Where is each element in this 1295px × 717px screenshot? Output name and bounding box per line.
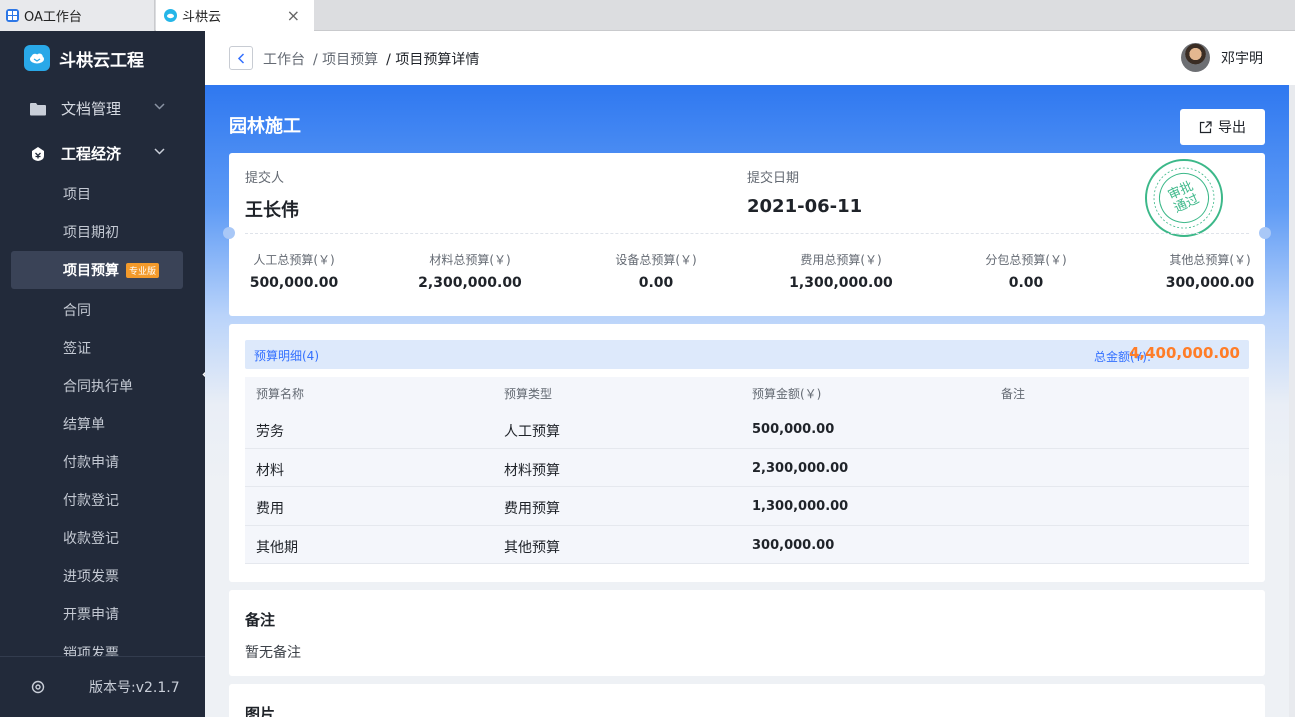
cell-amount: 500,000.00: [752, 422, 835, 437]
sidebar-item-project[interactable]: 项目: [11, 175, 183, 213]
date-label: 提交日期: [747, 171, 800, 186]
cell-amount: 2,300,000.00: [752, 460, 849, 476]
cell-type: 材料预算: [504, 462, 560, 479]
sidebar: 斗栱云工程 文档管理 工程经济 项目 项目期初 项目预算 专业版 合同 签证 合…: [0, 31, 205, 717]
table-row: 其他期 其他预算 300,000.00: [245, 525, 1249, 564]
sidebar-item-invoice-request[interactable]: 开票申请: [11, 595, 183, 633]
sidebar-footer: 版本号:v2.1.7: [0, 656, 205, 717]
breadcrumb-workbench[interactable]: 工作台: [263, 49, 305, 69]
folder-icon: [30, 101, 46, 117]
version-label: 版本号:v2.1.7: [89, 680, 180, 696]
economy-icon: [30, 146, 46, 162]
browser-tab-dougong[interactable]: 斗栱云 ×: [156, 0, 314, 31]
breadcrumb-project-budget[interactable]: / 项目预算: [313, 49, 378, 69]
images-card: 图片: [229, 684, 1265, 717]
user-name: 邓宇明: [1221, 50, 1263, 67]
cell-type: 费用预算: [504, 501, 560, 517]
column-header: 备注: [1001, 387, 1026, 401]
chevron-down-icon: [154, 145, 165, 158]
submitter-label: 提交人: [245, 171, 285, 186]
table-row: 劳务 人工预算 500,000.00: [245, 410, 1249, 449]
app-name: 斗栱云工程: [59, 50, 144, 71]
breadcrumb: 工作台 / 项目预算 / 项目预算详情: [263, 49, 487, 69]
sidebar-item-contract-execution[interactable]: 合同执行单: [11, 367, 183, 405]
column-header: 预算名称: [256, 387, 305, 401]
browser-tab-label: 斗栱云: [182, 10, 222, 25]
browser-tab-label: OA工作台: [24, 10, 82, 25]
page-title: 园林施工: [229, 116, 301, 137]
cell-name: 劳务: [256, 424, 284, 440]
budget-detail-card: 预算明细(4) 总金额(¥): 4,400,000.00 预算名称 预算类型 预…: [229, 324, 1265, 582]
submitter-value: 王长伟: [245, 200, 299, 221]
stat-other: 其他总预算(￥) 300,000.00: [1165, 253, 1255, 291]
cloud-logo-icon: [24, 45, 50, 71]
main-scrollbar[interactable]: [1289, 85, 1295, 717]
stat-material: 材料总预算(￥) 2,300,000.00: [418, 253, 522, 291]
images-title: 图片: [245, 705, 276, 717]
stat-equipment: 设备总预算(￥) 0.00: [615, 253, 697, 291]
cell-name: 费用: [256, 501, 284, 517]
stat-expense: 费用总预算(￥) 1,300,000.00: [789, 253, 893, 291]
app-logo[interactable]: 斗栱云工程: [24, 45, 144, 71]
close-icon[interactable]: ×: [287, 6, 300, 25]
export-button[interactable]: 导出: [1180, 109, 1265, 145]
table-row: 费用 费用预算 1,300,000.00: [245, 487, 1249, 526]
menu-group-economy[interactable]: 工程经济: [30, 143, 165, 164]
sidebar-item-receipt-register[interactable]: 收款登记: [11, 519, 183, 557]
date-value: 2021-06-11: [747, 196, 863, 217]
user-menu[interactable]: 邓宇明: [1181, 43, 1263, 72]
chevron-left-icon: [237, 52, 245, 64]
sidebar-item-contract[interactable]: 合同: [11, 291, 183, 329]
cell-amount: 1,300,000.00: [752, 499, 849, 514]
menu-group-label: 文档管理: [61, 100, 122, 118]
table-header-row: 预算名称 预算类型 预算金额(￥) 备注: [245, 377, 1249, 410]
budget-table: 预算名称 预算类型 预算金额(￥) 备注 劳务 人工预算 500,000.00 …: [245, 377, 1249, 564]
column-header: 预算金额(￥): [752, 387, 822, 401]
browser-tab-oa[interactable]: OA工作台: [0, 0, 155, 31]
ticket-notch: [223, 227, 235, 239]
divider: [245, 233, 1249, 234]
cell-type: 其他预算: [504, 539, 560, 556]
avatar: [1181, 43, 1210, 72]
cell-name: 材料: [256, 462, 284, 479]
pro-badge: 专业版: [126, 262, 160, 278]
sidebar-item-payment-register[interactable]: 付款登记: [11, 481, 183, 519]
menu-group-label: 工程经济: [61, 145, 122, 163]
budget-detail-title: 预算明细(4): [254, 349, 319, 363]
approval-stamp: 审批 通过: [1145, 159, 1223, 237]
stat-labor: 人工总预算(￥) 500,000.00: [249, 253, 339, 291]
total-amount: 4,400,000.00: [1128, 344, 1240, 362]
sidebar-item-output-invoice[interactable]: 销项发票: [11, 632, 183, 656]
export-icon: [1199, 120, 1212, 133]
stat-subcontract: 分包总预算(￥) 0.00: [985, 253, 1067, 291]
note-text: 暂无备注: [245, 645, 301, 661]
cell-amount: 300,000.00: [752, 537, 835, 553]
info-card: 提交人 王长伟 提交日期 2021-06-11 审批 通过 人工总预算(￥) 5…: [223, 153, 1271, 316]
sidebar-item-project-budget[interactable]: 项目预算 专业版: [11, 251, 183, 289]
ticket-notch: [1259, 227, 1271, 239]
main-content: 园林施工 导出 提交人 王长伟 提交日期 2021-06-11 审批 通过 人工…: [205, 85, 1295, 717]
sidebar-item-project-initial[interactable]: 项目期初: [11, 213, 183, 251]
column-header: 预算类型: [504, 387, 553, 401]
sidebar-item-payment-request[interactable]: 付款申请: [11, 443, 183, 481]
sidebar-item-input-invoice[interactable]: 进项发票: [11, 557, 183, 595]
note-title: 备注: [245, 611, 276, 629]
cell-name: 其他期: [256, 539, 298, 556]
note-card: 备注 暂无备注: [229, 590, 1265, 676]
cloud-app-icon: [164, 9, 177, 22]
budget-detail-header: 预算明细(4) 总金额(¥): 4,400,000.00: [245, 340, 1249, 369]
gear-icon[interactable]: [30, 679, 46, 695]
menu-group-documents[interactable]: 文档管理: [30, 98, 165, 119]
table-row: 材料 材料预算 2,300,000.00: [245, 448, 1249, 487]
breadcrumb-current: / 项目预算详情: [386, 52, 480, 68]
sidebar-item-visa[interactable]: 签证: [11, 329, 183, 367]
sidebar-item-settlement[interactable]: 结算单: [11, 405, 183, 443]
oa-app-icon: [6, 9, 19, 22]
cell-type: 人工预算: [504, 424, 560, 440]
top-header: 工作台 / 项目预算 / 项目预算详情 邓宇明: [205, 31, 1295, 85]
chevron-down-icon: [154, 100, 165, 113]
back-button[interactable]: [229, 46, 253, 70]
browser-tab-bar: OA工作台 斗栱云 ×: [0, 0, 1295, 31]
